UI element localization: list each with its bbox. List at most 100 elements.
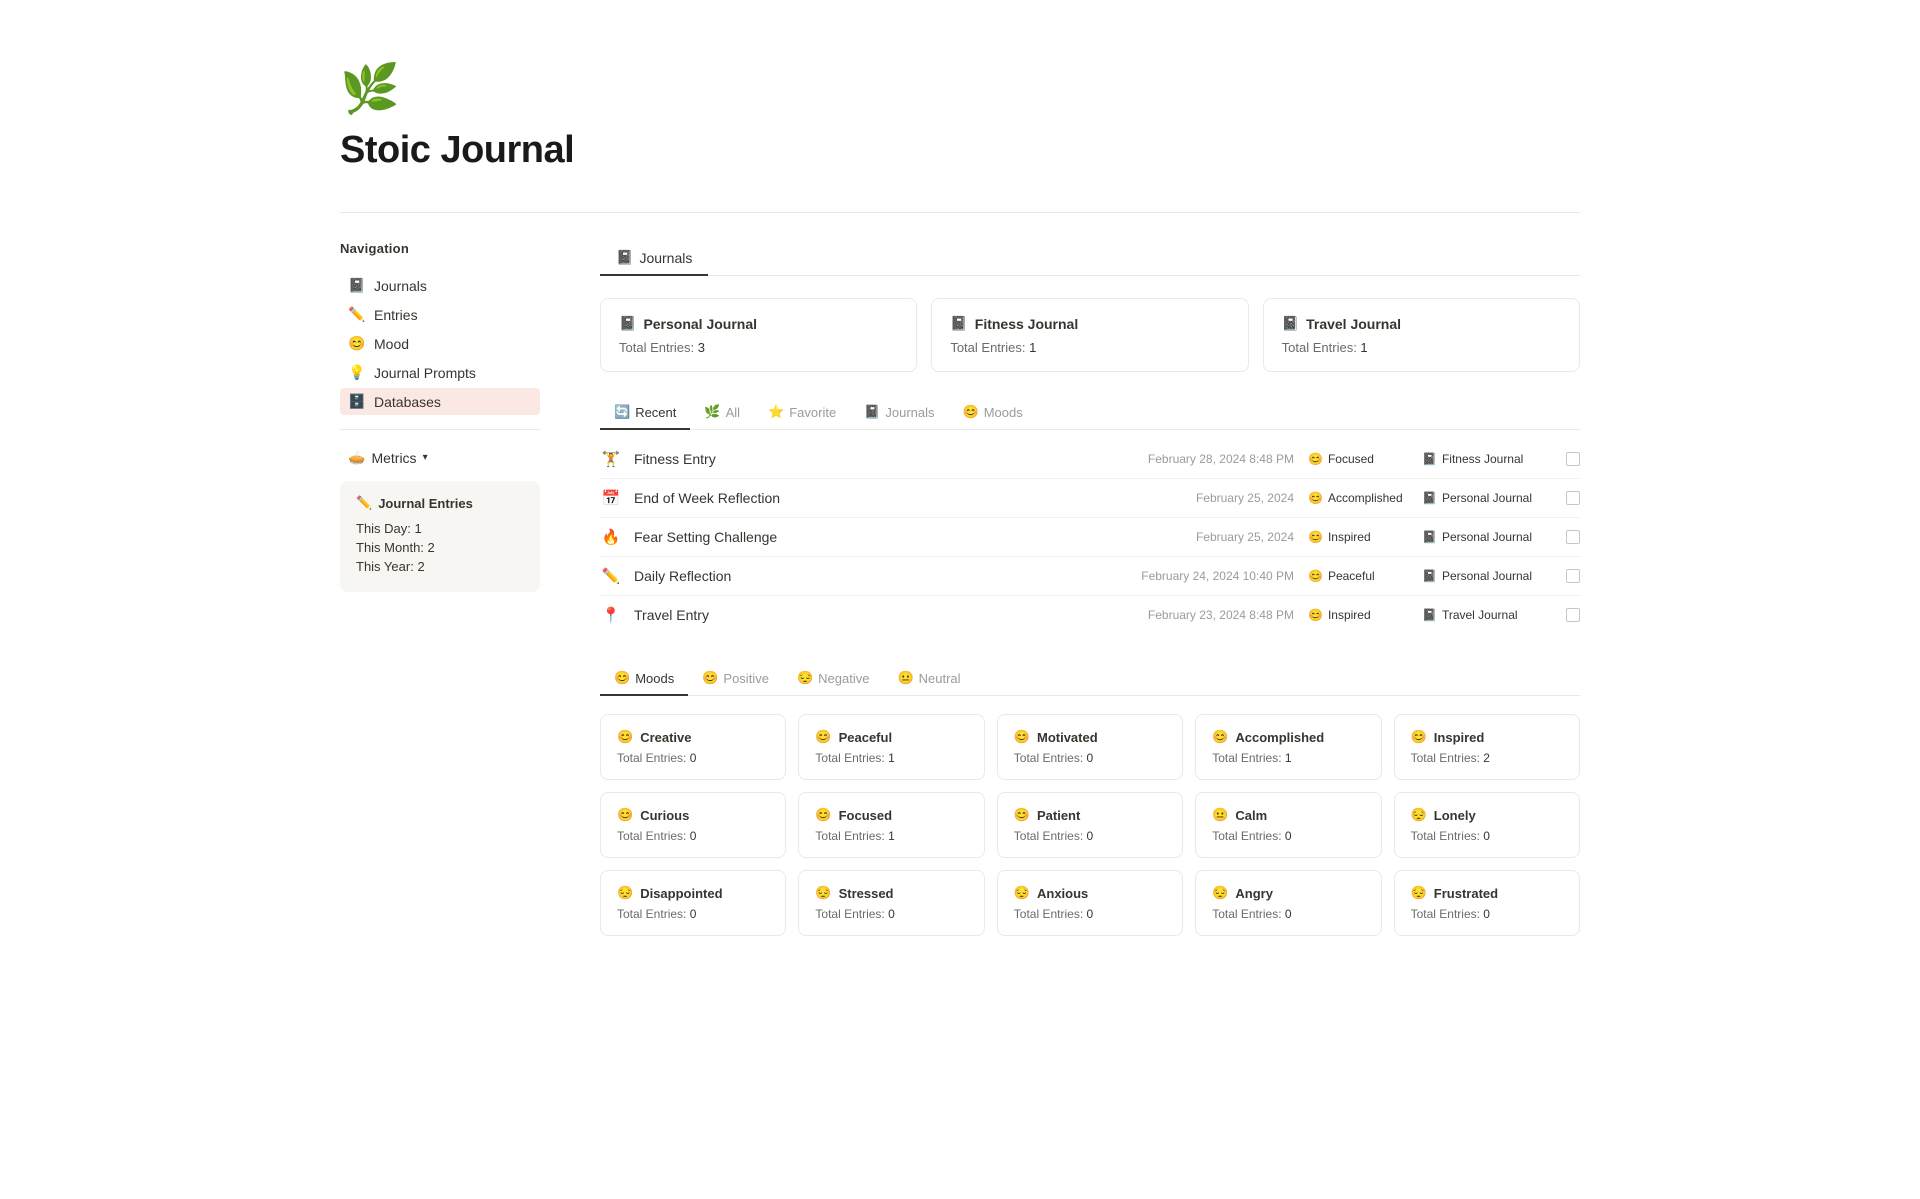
filter-tab-all[interactable]: 🌿 All (690, 396, 754, 430)
sidebar-item-mood[interactable]: 😊 Mood (340, 330, 540, 357)
entry-name: Fear Setting Challenge (634, 529, 1112, 545)
sidebar-item-entries[interactable]: ✏️ Entries (340, 301, 540, 328)
mood-filter-tab-positive[interactable]: 😊 Positive (688, 662, 783, 696)
journal-icon: 📓 (1422, 569, 1437, 583)
entry-journal: 📓 Travel Journal (1422, 608, 1552, 622)
this-month-stat: This Month: 2 (356, 540, 524, 555)
mood-card[interactable]: 😊 Accomplished Total Entries: 1 (1195, 714, 1381, 780)
sidebar-item-databases[interactable]: 🗄️ Databases (340, 388, 540, 415)
mood-card[interactable]: 😔 Disappointed Total Entries: 0 (600, 870, 786, 936)
mood-card[interactable]: 😊 Inspired Total Entries: 2 (1394, 714, 1580, 780)
entry-row[interactable]: ✏️ Daily Reflection February 24, 2024 10… (600, 557, 1580, 596)
mood-filter-tab-moods-all[interactable]: 😊 Moods (600, 662, 688, 696)
mood-card[interactable]: 😊 Focused Total Entries: 1 (798, 792, 984, 858)
navigation: 📓 Journals ✏️ Entries 😊 Mood 💡 Journal P… (340, 272, 540, 415)
entry-meta: February 28, 2024 8:48 PM 😊 Focused 📓 Fi… (1124, 452, 1580, 466)
journal-tab-icon: 📓 (616, 249, 633, 266)
sidebar: Navigation 📓 Journals ✏️ Entries 😊 Mood … (340, 241, 540, 936)
mood-card[interactable]: 😐 Calm Total Entries: 0 (1195, 792, 1381, 858)
mood-card[interactable]: 😔 Frustrated Total Entries: 0 (1394, 870, 1580, 936)
mood-card-icon: 😊 (617, 807, 633, 823)
filter-tab-recent[interactable]: 🔄 Recent (600, 396, 690, 430)
filter-icon: 😊 (963, 404, 979, 420)
mood-card-count: Total Entries: 0 (617, 751, 769, 765)
journal-card-title: 📓 Fitness Journal (950, 315, 1229, 332)
entry-meta: February 25, 2024 😊 Accomplished 📓 Perso… (1124, 491, 1580, 505)
mood-icon: 😊 (1308, 530, 1323, 544)
mood-card-icon: 😔 (1212, 885, 1228, 901)
mood-card-title: 😊 Motivated (1014, 729, 1166, 745)
mood-card-count: Total Entries: 0 (1014, 829, 1166, 843)
entry-name: End of Week Reflection (634, 490, 1112, 506)
page-title: Stoic Journal (340, 129, 1580, 172)
mood-card-count: Total Entries: 0 (1212, 829, 1364, 843)
mood-card[interactable]: 😔 Angry Total Entries: 0 (1195, 870, 1381, 936)
mood-card[interactable]: 😊 Peaceful Total Entries: 1 (798, 714, 984, 780)
databases-icon: 🗄️ (348, 393, 366, 410)
journal-icon: 📓 (950, 315, 967, 332)
entry-checkbox[interactable] (1566, 530, 1580, 544)
mood-card-icon: 😊 (1212, 729, 1228, 745)
mood-card-icon: 😔 (1411, 885, 1427, 901)
tab-journals[interactable]: 📓 Journals (600, 241, 708, 276)
mood-card-title: 😊 Peaceful (815, 729, 967, 745)
mood-icon: 😊 (1308, 491, 1323, 505)
mood-filter-tabs: 😊 Moods 😊 Positive 😔 Negative 😐 Neutral (600, 662, 1580, 696)
entry-row[interactable]: 🏋️ Fitness Entry February 28, 2024 8:48 … (600, 440, 1580, 479)
mood-card-icon: 😊 (1411, 729, 1427, 745)
entry-name: Travel Entry (634, 607, 1112, 623)
filter-tab-journals[interactable]: 📓 Journals (850, 396, 948, 430)
mood-card-count: Total Entries: 0 (815, 907, 967, 921)
journal-card[interactable]: 📓 Travel Journal Total Entries: 1 (1263, 298, 1580, 372)
entry-icon: ✏️ (600, 567, 622, 585)
entry-icon: 🏋️ (600, 450, 622, 468)
sidebar-item-journals[interactable]: 📓 Journals (340, 272, 540, 299)
mood-card[interactable]: 😊 Motivated Total Entries: 0 (997, 714, 1183, 780)
journal-entries-card: ✏️ Journal Entries This Day: 1 This Mont… (340, 481, 540, 592)
mood-card-title: 😊 Focused (815, 807, 967, 823)
mood-card[interactable]: 😔 Stressed Total Entries: 0 (798, 870, 984, 936)
journals-icon: 📓 (348, 277, 366, 294)
journals-grid: 📓 Personal Journal Total Entries: 3 📓 Fi… (600, 298, 1580, 372)
entry-checkbox[interactable] (1566, 569, 1580, 583)
pie-icon: 🥧 (348, 449, 365, 466)
mood-card-title: 😔 Lonely (1411, 807, 1563, 823)
filter-icon: 🔄 (614, 404, 630, 420)
entry-journal: 📓 Personal Journal (1422, 530, 1552, 544)
mood-card-icon: 😔 (1411, 807, 1427, 823)
mood-card[interactable]: 😔 Lonely Total Entries: 0 (1394, 792, 1580, 858)
sidebar-item-label: Entries (374, 307, 418, 323)
mood-card[interactable]: 😊 Curious Total Entries: 0 (600, 792, 786, 858)
entry-icon: 📅 (600, 489, 622, 507)
mood-card-count: Total Entries: 0 (1212, 907, 1364, 921)
logo-icon: 🌿 (340, 60, 1580, 117)
mood-card-count: Total Entries: 1 (1212, 751, 1364, 765)
journal-entries-title: ✏️ Journal Entries (356, 495, 524, 511)
entry-row[interactable]: 📅 End of Week Reflection February 25, 20… (600, 479, 1580, 518)
filter-tab-moods-tab[interactable]: 😊 Moods (949, 396, 1037, 430)
sidebar-item-label: Journals (374, 278, 427, 294)
mood-filter-tab-negative[interactable]: 😔 Negative (783, 662, 884, 696)
entry-row[interactable]: 📍 Travel Entry February 23, 2024 8:48 PM… (600, 596, 1580, 634)
journal-card[interactable]: 📓 Personal Journal Total Entries: 3 (600, 298, 917, 372)
entry-date: February 25, 2024 (1124, 530, 1294, 544)
metrics-toggle[interactable]: 🥧 Metrics ▾ (340, 444, 540, 471)
mood-card[interactable]: 😊 Creative Total Entries: 0 (600, 714, 786, 780)
mood-card-title: 😊 Accomplished (1212, 729, 1364, 745)
filter-tab-favorite[interactable]: ⭐ Favorite (754, 396, 850, 430)
sidebar-item-journal-prompts[interactable]: 💡 Journal Prompts (340, 359, 540, 386)
journal-card[interactable]: 📓 Fitness Journal Total Entries: 1 (931, 298, 1248, 372)
entry-checkbox[interactable] (1566, 452, 1580, 466)
mood-card[interactable]: 😊 Patient Total Entries: 0 (997, 792, 1183, 858)
mood-tab-icon: 😔 (797, 670, 813, 686)
entry-checkbox[interactable] (1566, 608, 1580, 622)
entry-row[interactable]: 🔥 Fear Setting Challenge February 25, 20… (600, 518, 1580, 557)
pencil-icon: ✏️ (356, 495, 372, 511)
mood-card[interactable]: 😔 Anxious Total Entries: 0 (997, 870, 1183, 936)
journal-icon: 📓 (1422, 491, 1437, 505)
mood-card-count: Total Entries: 0 (1014, 907, 1166, 921)
mood-filter-tab-neutral[interactable]: 😐 Neutral (883, 662, 974, 696)
journal-icon: 📓 (1422, 452, 1437, 466)
entry-checkbox[interactable] (1566, 491, 1580, 505)
mood-card-icon: 😊 (1014, 807, 1030, 823)
